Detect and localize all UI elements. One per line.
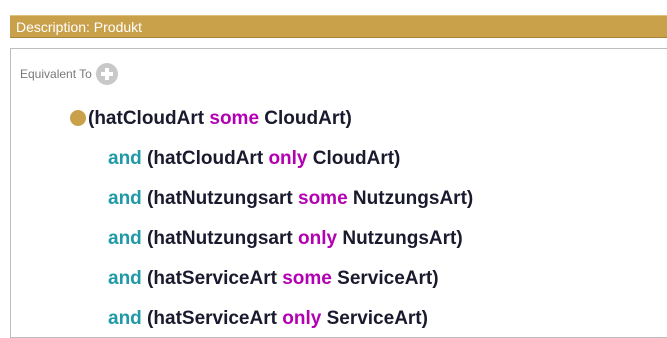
- quantifier-keyword: some: [209, 108, 260, 129]
- expression-line[interactable]: and (hatServiceArt only ServiceArt): [108, 306, 428, 332]
- property-name: hatServiceArt: [153, 308, 283, 329]
- view-title: Description: Produkt: [16, 19, 143, 35]
- filler-class: NutzungsArt): [347, 188, 474, 209]
- open-paren: (: [141, 268, 154, 289]
- property-name: hatServiceArt: [153, 268, 283, 289]
- class-expression-bullet-icon[interactable]: [70, 110, 86, 126]
- open-paren: (: [141, 308, 154, 329]
- filler-class: NutzungsArt): [337, 228, 463, 249]
- filler-class: ServiceArt): [331, 268, 439, 289]
- open-paren: (: [141, 228, 154, 249]
- filler-class: CloudArt): [259, 108, 352, 129]
- section-label: Equivalent To: [20, 67, 92, 81]
- and-keyword: and: [108, 148, 142, 169]
- property-name: hatNutzungsart: [153, 188, 298, 209]
- quantifier-keyword: only: [282, 308, 322, 329]
- and-keyword: and: [108, 268, 142, 289]
- open-paren: (: [141, 188, 154, 209]
- quantifier-keyword: some: [298, 188, 348, 209]
- quantifier-keyword: some: [282, 268, 332, 289]
- expression-line[interactable]: and (hatCloudArt only CloudArt): [108, 146, 400, 172]
- expression-line[interactable]: (hatCloudArt some CloudArt): [88, 106, 352, 132]
- protege-description-view: Description: Produkt Equivalent To (hatC…: [0, 0, 667, 338]
- property-name: hatCloudArt: [94, 108, 210, 129]
- expression-line[interactable]: and (hatNutzungsart some NutzungsArt): [108, 186, 473, 212]
- add-icon[interactable]: [95, 63, 118, 85]
- and-keyword: and: [108, 308, 142, 329]
- equivalent-to-section-header: Equivalent To: [20, 62, 118, 86]
- property-name: hatCloudArt: [153, 148, 269, 169]
- open-paren: (: [141, 148, 154, 169]
- filler-class: CloudArt): [307, 148, 401, 169]
- expression-line[interactable]: and (hatNutzungsart only NutzungsArt): [108, 226, 463, 252]
- and-keyword: and: [108, 228, 142, 249]
- quantifier-keyword: only: [268, 148, 308, 169]
- property-name: hatNutzungsart: [153, 228, 298, 249]
- quantifier-keyword: only: [298, 228, 338, 249]
- expression-line[interactable]: and (hatServiceArt some ServiceArt): [108, 266, 439, 292]
- view-header: Description: Produkt: [10, 15, 667, 38]
- and-keyword: and: [108, 188, 142, 209]
- filler-class: ServiceArt): [321, 308, 428, 329]
